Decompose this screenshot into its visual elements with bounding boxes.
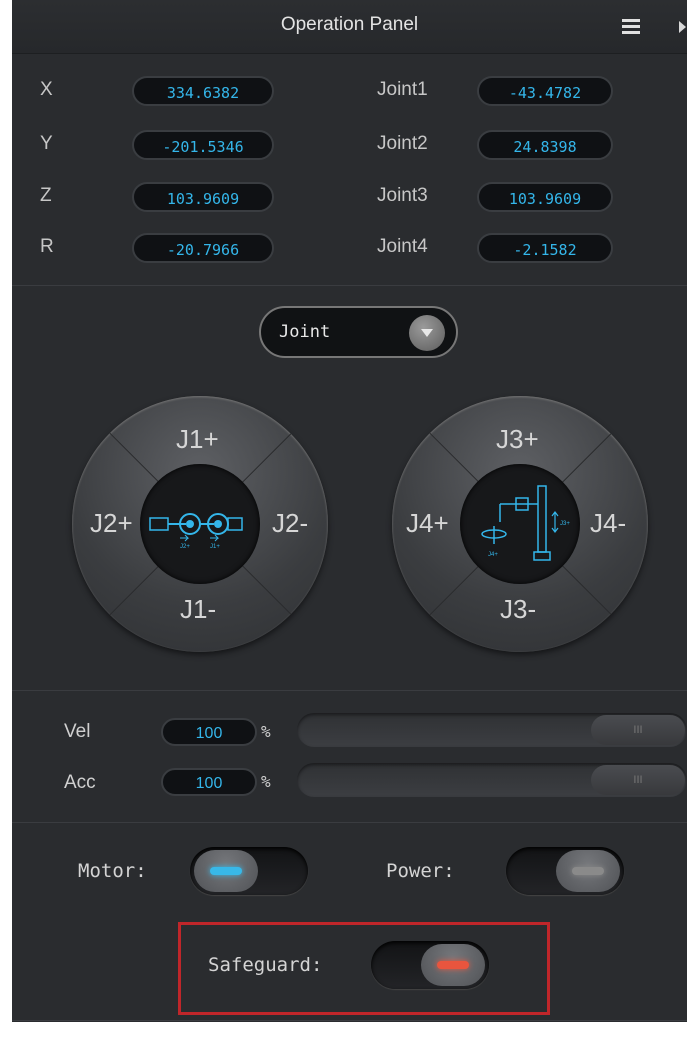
vel-slider-thumb[interactable]: III (591, 715, 685, 745)
coord-value-z: 103.9609 (132, 182, 274, 212)
icon-label-j2: J2+ (180, 544, 190, 550)
coord-label-r: R (40, 236, 54, 257)
scara-side-view-icon: J3+ J4+ (460, 464, 580, 584)
acc-slider-thumb[interactable]: III (591, 765, 685, 795)
icon-label-j3: J3+ (560, 521, 570, 527)
vel-label: Vel (64, 721, 91, 742)
jog-j1-plus-button[interactable]: J1+ (176, 424, 219, 455)
divider (12, 1020, 687, 1021)
mode-selected: Joint (279, 322, 331, 342)
power-label: Power: (386, 860, 455, 882)
jog-j2-minus-button[interactable]: J2- (272, 508, 308, 539)
jog-j3-minus-button[interactable]: J3- (500, 594, 536, 625)
power-toggle[interactable] (506, 847, 624, 895)
jog-j1-minus-button[interactable]: J1- (180, 594, 216, 625)
divider (12, 690, 687, 691)
joint-value-4: -2.1582 (477, 233, 613, 263)
joint-label-2: Joint2 (377, 133, 428, 154)
acc-slider-track[interactable]: III (297, 763, 687, 797)
icon-label-j4: J4+ (488, 552, 498, 558)
coord-value-y: -201.5346 (132, 130, 274, 160)
acc-unit: % (261, 772, 271, 791)
icon-label-j1: J1+ (210, 544, 220, 550)
divider (12, 285, 687, 286)
joint-value-3: 103.9609 (477, 182, 613, 212)
joint-label-4: Joint4 (377, 236, 428, 257)
motor-toggle[interactable] (190, 847, 308, 895)
coord-value-x: 334.6382 (132, 76, 274, 106)
acc-value-input[interactable]: 100 (161, 768, 257, 796)
coord-label-y: Y (40, 133, 53, 154)
jog-j2-plus-button[interactable]: J2+ (90, 508, 133, 539)
coord-value-r: -20.7966 (132, 233, 274, 263)
joint-label-1: Joint1 (377, 79, 428, 100)
vel-value-input[interactable]: 100 (161, 718, 257, 746)
power-indicator (572, 867, 604, 875)
coord-label-x: X (40, 79, 53, 100)
jog-j4-minus-button[interactable]: J4- (590, 508, 626, 539)
vel-unit: % (261, 722, 271, 741)
motor-indicator (210, 867, 242, 875)
mode-dropdown[interactable]: Joint (259, 306, 458, 358)
joint-value-1: -43.4782 (477, 76, 613, 106)
jog-j3-plus-button[interactable]: J3+ (496, 424, 539, 455)
arrow-right-icon[interactable] (679, 21, 686, 33)
divider (12, 822, 687, 823)
panel-title: Operation Panel (280, 14, 419, 35)
operation-panel: Operation Panel X Y Z R 334.6382 -201.53… (12, 0, 687, 1022)
jog-dial-j1-j2: J1+ J1- J2+ J2- J2+ J1+ (72, 396, 328, 652)
acc-label: Acc (64, 772, 96, 793)
joint-value-2: 24.8398 (477, 130, 613, 160)
coord-label-z: Z (40, 185, 52, 206)
motor-toggle-knob (194, 850, 258, 892)
motor-label: Motor: (78, 860, 147, 882)
power-toggle-knob (556, 850, 620, 892)
panel-header: Operation Panel (12, 0, 687, 54)
scara-top-view-icon: J2+ J1+ (140, 464, 260, 584)
jog-j4-plus-button[interactable]: J4+ (406, 508, 449, 539)
menu-icon[interactable] (622, 19, 640, 35)
vel-slider-track[interactable]: III (297, 713, 687, 747)
safeguard-highlight-frame (178, 922, 550, 1015)
jog-dial-j3-j4: J3+ J3- J4+ J4- J3+ J4+ (392, 396, 648, 652)
joint-label-3: Joint3 (377, 185, 428, 206)
chevron-down-icon[interactable] (409, 315, 445, 351)
